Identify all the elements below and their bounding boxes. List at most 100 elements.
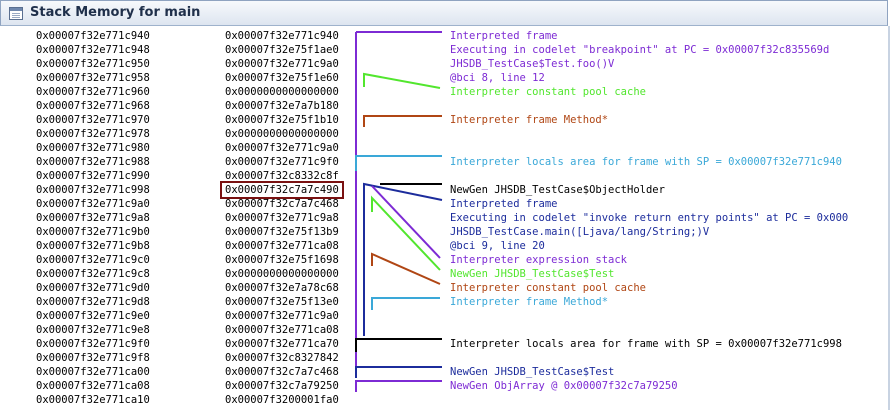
stack-value[interactable]: 0x00007f32e7a78c68 <box>225 281 339 295</box>
stack-row[interactable]: 0x00007f32e771c9d8 0x00007f32e75f13e0 Inte… <box>0 295 890 309</box>
frame-annotation: @bci 8, line 12 <box>450 72 545 84</box>
stack-address: 0x00007f32e771c960 <box>36 86 150 98</box>
window-icon <box>9 7 23 20</box>
stack-address: 0x00007f32e771c9c0 <box>36 254 150 266</box>
stack-address: 0x00007f32e771c9f8 <box>36 352 150 364</box>
stack-address: 0x00007f32e771ca00 <box>36 366 150 378</box>
stack-address: 0x00007f32e771c978 <box>36 128 150 140</box>
frame-annotation: @bci 9, line 20 <box>450 240 545 252</box>
stack-row[interactable]: 0x00007f32e771c948 0x00007f32e75f1ae0 Exec… <box>0 43 890 57</box>
stack-row[interactable]: 0x00007f32e771c9d0 0x00007f32e7a78c68 Inte… <box>0 281 890 295</box>
frame-annotation: Interpreter frame Method* <box>450 296 609 308</box>
stack-row[interactable]: 0x00007f32e771c9a0 0x00007f32c7a7c468 Inte… <box>0 197 890 211</box>
stack-value[interactable]: 0x00007f32e75f1e60 <box>225 71 339 85</box>
stack-address: 0x00007f32e771c9b8 <box>36 240 150 252</box>
stack-value[interactable]: 0x00007f32e75f13b9 <box>225 225 339 239</box>
stack-value[interactable]: 0x0000000000000000 <box>225 127 339 141</box>
stack-address: 0x00007f32e771c990 <box>36 170 150 182</box>
stack-address: 0x00007f32e771c9a8 <box>36 212 150 224</box>
stack-row[interactable]: 0x00007f32e771c950 0x00007f32e771c9a0 JHSD… <box>0 57 890 71</box>
frame-annotation: Interpreter expression stack <box>450 254 628 266</box>
stack-value[interactable]: 0x00007f32c7a7c468 <box>225 365 339 379</box>
stack-value[interactable]: 0x0000000000000000 <box>225 85 339 99</box>
stack-value[interactable]: 0x00007f32e75f1698 <box>225 253 339 267</box>
stack-row[interactable]: 0x00007f32e771ca00 0x00007f32c7a7c468 NewG… <box>0 365 890 379</box>
frame-annotation: Interpreter locals area for frame with S… <box>450 338 842 350</box>
stack-row[interactable]: 0x00007f32e771c998 0x00007f32c7a7c490 NewG… <box>0 181 890 199</box>
stack-row[interactable]: 0x00007f32e771c9e8 0x00007f32e771ca08 <box>0 323 890 337</box>
stack-address: 0x00007f32e771c9d8 <box>36 296 150 308</box>
stack-address: 0x00007f32e771c948 <box>36 44 150 56</box>
stack-value[interactable]: 0x00007f32e771c9f0 <box>225 155 339 169</box>
stack-address: 0x00007f32e771c9b0 <box>36 226 150 238</box>
stack-address: 0x00007f32e771c9c8 <box>36 268 150 280</box>
stack-address: 0x00007f32e771ca08 <box>36 380 150 392</box>
stack-address: 0x00007f32e771c968 <box>36 100 150 112</box>
stack-value[interactable]: 0x00007f32c8327842 <box>225 351 339 365</box>
stack-address: 0x00007f32e771c9e8 <box>36 324 150 336</box>
stack-row[interactable]: 0x00007f32e771c958 0x00007f32e75f1e60 @bci… <box>0 71 890 85</box>
stack-address: 0x00007f32e771c958 <box>36 72 150 84</box>
stack-value[interactable]: 0x00007f32e771ca08 <box>225 323 339 337</box>
stack-address: 0x00007f32e771c998 <box>36 184 150 196</box>
stack-row[interactable]: 0x00007f32e771c9b8 0x00007f32e771ca08 @bci… <box>0 239 890 253</box>
stack-row[interactable]: 0x00007f32e771c968 0x00007f32e7a7b180 <box>0 99 890 113</box>
stack-value[interactable]: 0x00007f32e771ca08 <box>225 239 339 253</box>
stack-address: 0x00007f32e771c970 <box>36 114 150 126</box>
stack-value[interactable]: 0x00007f32e771c9a0 <box>225 141 339 155</box>
frame-annotation: Executing in codelet "invoke return entr… <box>450 212 849 224</box>
stack-address: 0x00007f32e771c9d0 <box>36 282 150 294</box>
frame-annotation: Interpreter constant pool cache <box>450 282 646 294</box>
stack-value[interactable]: 0x00007f32e771c9a8 <box>225 211 339 225</box>
stack-row[interactable]: 0x00007f32e771c960 0x0000000000000000 Inte… <box>0 85 890 99</box>
stack-row[interactable]: 0x00007f32e771c9f0 0x00007f32e771ca70 Inte… <box>0 337 890 351</box>
stack-row[interactable]: 0x00007f32e771c9f8 0x00007f32c8327842 <box>0 351 890 365</box>
frame-annotation: JHSDB_TestCase$Test.foo()V <box>450 58 615 70</box>
window-title: Stack Memory for main <box>30 5 201 20</box>
frame-annotation: NewGen JHSDB_TestCase$Test <box>450 268 615 280</box>
stack-value[interactable]: 0x00007f32c7a79250 <box>225 379 339 393</box>
title-bar[interactable]: Stack Memory for main <box>0 0 888 26</box>
stack-value[interactable]: 0x00007f32e75f1ae0 <box>225 43 339 57</box>
stack-row[interactable]: 0x00007f32e771c980 0x00007f32e771c9a0 <box>0 141 890 155</box>
stack-address: 0x00007f32e771c9e0 <box>36 310 150 322</box>
frame-annotation: Interpreted frame <box>450 30 558 42</box>
stack-value[interactable]: 0x00007f32c7a7c468 <box>225 197 339 211</box>
frame-annotation: Interpreted frame <box>450 198 558 210</box>
frame-annotation: JHSDB_TestCase.main([Ljava/lang/String;)… <box>450 226 710 238</box>
stack-value-selected[interactable]: 0x00007f32c7a7c490 <box>220 181 344 199</box>
stack-value[interactable]: 0x00007f32e771c9a0 <box>225 57 339 71</box>
stack-row[interactable]: 0x00007f32e771c9b0 0x00007f32e75f13b9 JHSD… <box>0 225 890 239</box>
stack-address: 0x00007f32e771c9a0 <box>36 198 150 210</box>
stack-memory-panel[interactable]: 0x00007f32e771c940 0x00007f32e771c940 Inte… <box>0 26 890 410</box>
stack-value[interactable]: 0x00007f32e771c9a0 <box>225 309 339 323</box>
stack-value[interactable]: 0x00007f32e75f13e0 <box>225 295 339 309</box>
frame-annotation: NewGen JHSDB_TestCase$Test <box>450 366 615 378</box>
stack-row[interactable]: 0x00007f32e771ca08 0x00007f32c7a79250 NewG… <box>0 379 890 393</box>
stack-row[interactable]: 0x00007f32e771c9e0 0x00007f32e771c9a0 <box>0 309 890 323</box>
stack-row[interactable]: 0x00007f32e771c988 0x00007f32e771c9f0 Inte… <box>0 155 890 169</box>
stack-row[interactable]: 0x00007f32e771c9c8 0x0000000000000000 NewG… <box>0 267 890 281</box>
stack-row[interactable]: 0x00007f32e771c9a8 0x00007f32e771c9a8 Exec… <box>0 211 890 225</box>
frame-annotation: Interpreter constant pool cache <box>450 86 646 98</box>
stack-row[interactable]: 0x00007f32e771c9c0 0x00007f32e75f1698 Inte… <box>0 253 890 267</box>
stack-address: 0x00007f32e771c940 <box>36 30 150 42</box>
stack-value[interactable]: 0x00007f32e75f1b10 <box>225 113 339 127</box>
stack-value[interactable]: 0x00007f3200001fa0 <box>225 393 339 407</box>
stack-value[interactable]: 0x00007f32e771c940 <box>225 29 339 43</box>
stack-address: 0x00007f32e771c9f0 <box>36 338 150 350</box>
stack-value[interactable]: 0x0000000000000000 <box>225 267 339 281</box>
stack-address: 0x00007f32e771c950 <box>36 58 150 70</box>
stack-address: 0x00007f32e771c980 <box>36 142 150 154</box>
stack-value[interactable]: 0x00007f32c8332c8f <box>225 169 339 183</box>
stack-row[interactable]: 0x00007f32e771c990 0x00007f32c8332c8f <box>0 169 890 183</box>
stack-value[interactable]: 0x00007f32e7a7b180 <box>225 99 339 113</box>
frame-annotation: Interpreter locals area for frame with S… <box>450 156 842 168</box>
stack-row[interactable]: 0x00007f32e771c970 0x00007f32e75f1b10 Inte… <box>0 113 890 127</box>
stack-row[interactable]: 0x00007f32e771c940 0x00007f32e771c940 Inte… <box>0 29 890 43</box>
frame-annotation: Interpreter frame Method* <box>450 114 609 126</box>
stack-row[interactable]: 0x00007f32e771ca10 0x00007f3200001fa0 <box>0 393 890 407</box>
stack-row[interactable]: 0x00007f32e771c978 0x0000000000000000 <box>0 127 890 141</box>
stack-value[interactable]: 0x00007f32e771ca70 <box>225 337 339 351</box>
stack-address: 0x00007f32e771c988 <box>36 156 150 168</box>
